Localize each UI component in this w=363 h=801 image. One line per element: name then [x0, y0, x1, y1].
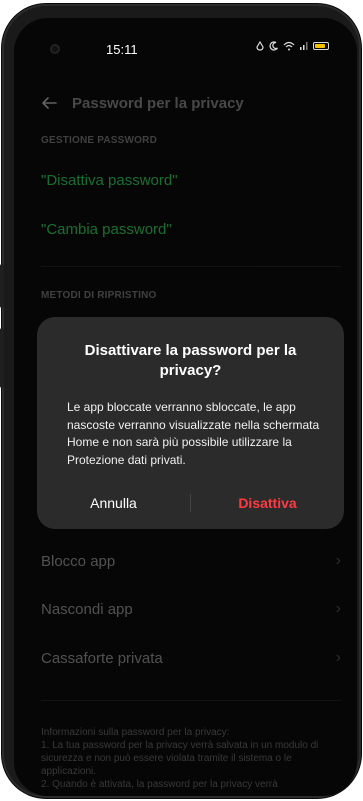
section-divider [41, 700, 341, 701]
chevron-right-icon: › [335, 649, 341, 666]
screen: 15:11 Password per la privacy GESTIONE P… [14, 18, 357, 796]
privacy-info-text: Informazioni sulla password per la priva… [41, 727, 319, 790]
disable-button[interactable]: Disattiva [191, 495, 344, 511]
disable-password-option[interactable]: "Disattiva password" [41, 172, 178, 189]
dialog-button-row: Annulla Disattiva [37, 477, 344, 529]
volume-button [0, 264, 4, 308]
list-item-private-safe[interactable]: Cassaforte privata › [14, 638, 357, 678]
page-title: Password per la privacy [72, 94, 244, 112]
phone-frame: 15:11 Password per la privacy GESTIONE P… [0, 6, 359, 796]
disable-password-dialog: Disattivare la password per la privacy? … [37, 317, 344, 529]
app-bar: Password per la privacy [14, 88, 357, 118]
list-item-label: Cassaforte privata [41, 649, 163, 667]
list-item-app-lock[interactable]: Blocco app › [14, 541, 357, 581]
list-item-hide-apps[interactable]: Nascondi app › [14, 589, 357, 629]
power-button [0, 328, 4, 388]
chevron-right-icon: › [335, 552, 341, 569]
chevron-right-icon: › [335, 600, 341, 617]
list-item-label: Nascondi app [41, 600, 133, 618]
cancel-button[interactable]: Annulla [37, 495, 190, 511]
dialog-message: Le app bloccate verranno sbloccate, le a… [67, 400, 320, 467]
list-item-label: Blocco app [41, 552, 116, 570]
dialog-title: Disattivare la password per la privacy? [84, 342, 297, 379]
back-arrow-icon[interactable] [40, 94, 58, 112]
change-password-option[interactable]: "Cambia password" [41, 221, 172, 238]
section-header-recovery: METODI DI RIPRISTINO [41, 290, 157, 301]
section-divider [41, 266, 341, 267]
section-header-password-management: GESTIONE PASSWORD [41, 135, 158, 146]
